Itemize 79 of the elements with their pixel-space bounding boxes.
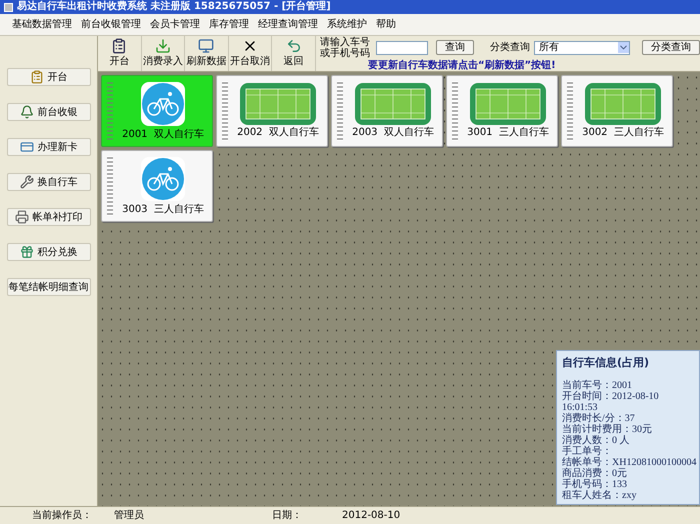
monitor-icon bbox=[198, 38, 214, 54]
sidebar-button[interactable]: 换自行车 bbox=[6, 173, 90, 191]
date-value: 2012-08-10 bbox=[342, 509, 400, 523]
menu-item[interactable]: 系统维护 bbox=[327, 17, 367, 32]
download-icon bbox=[154, 38, 171, 54]
bicycle-icon bbox=[140, 81, 186, 127]
sidebar-button[interactable]: 开台 bbox=[6, 68, 90, 86]
spiral-binding-icon bbox=[336, 81, 344, 141]
category-select[interactable]: 所有 bbox=[534, 40, 630, 54]
info-line: 手机号码：133 bbox=[562, 478, 628, 490]
info-line: 当前计时费用：30元 bbox=[562, 424, 653, 434]
bell-icon bbox=[20, 105, 34, 119]
bike-card[interactable]: 3001 三人自行车 bbox=[446, 75, 558, 147]
app-icon bbox=[4, 2, 13, 12]
printer-icon bbox=[14, 210, 28, 224]
bike-label: 3001 三人自行车 bbox=[467, 127, 549, 139]
court-icon bbox=[585, 83, 661, 125]
refresh-hint: 要更新自行车数据请点击“刷新数据”按钮! bbox=[368, 60, 557, 70]
info-line: 租车人姓名：zxy bbox=[562, 490, 638, 500]
spiral-binding-icon bbox=[566, 81, 574, 141]
spiral-binding-icon bbox=[451, 81, 459, 141]
spiral-binding-icon bbox=[106, 81, 114, 141]
bike-card[interactable]: 2001 双人自行车 bbox=[101, 75, 213, 147]
category-label: 分类查询 bbox=[490, 40, 530, 55]
bike-label: 3002 三人自行车 bbox=[582, 127, 664, 139]
bike-card[interactable]: 2003 双人自行车 bbox=[331, 75, 443, 147]
bike-label: 2001 双人自行车 bbox=[122, 129, 204, 141]
spiral-binding-icon bbox=[106, 156, 114, 216]
info-line: 开台时间：2012-08-10 bbox=[562, 390, 660, 402]
search-button[interactable]: 查询 bbox=[436, 40, 474, 55]
info-line: 商品消费：0元 bbox=[562, 468, 628, 478]
date-label: 日期： bbox=[272, 508, 303, 523]
info-title: 自行车信息(占用) bbox=[562, 355, 650, 371]
clipboard-icon bbox=[111, 38, 128, 54]
toolbar-button[interactable]: 开台取消 bbox=[228, 36, 272, 71]
bike-card[interactable]: 3002 三人自行车 bbox=[561, 75, 673, 147]
operator-name: 管理员 bbox=[114, 509, 145, 523]
info-line: 消费时长/分：37 bbox=[562, 412, 636, 424]
menu-item[interactable]: 会员卡管理 bbox=[150, 17, 200, 32]
menu-item[interactable]: 基础数据管理 bbox=[12, 17, 72, 32]
menu-item[interactable]: 前台收银管理 bbox=[81, 17, 141, 32]
court-icon bbox=[470, 83, 546, 125]
bike-label: 2003 双人自行车 bbox=[352, 127, 434, 139]
operator-label: 当前操作员： bbox=[32, 508, 93, 523]
bicycle-icon bbox=[140, 156, 186, 202]
info-line: 16:01:53 bbox=[562, 402, 599, 412]
spiral-binding-icon bbox=[221, 81, 229, 141]
court-icon bbox=[355, 83, 431, 125]
menu-item[interactable]: 经理查询管理 bbox=[258, 17, 318, 32]
toolbar-button[interactable]: 开台 bbox=[98, 36, 142, 71]
court-icon bbox=[240, 83, 316, 125]
search-field[interactable] bbox=[376, 40, 428, 54]
bike-card[interactable]: 2002 双人自行车 bbox=[216, 75, 328, 147]
toolbar-button[interactable]: 返回 bbox=[272, 36, 316, 71]
back-icon bbox=[286, 38, 302, 54]
gift-icon bbox=[20, 245, 34, 259]
sidebar-button[interactable]: 办理新卡 bbox=[6, 138, 90, 156]
info-line: 结帐单号：XH12081000100004 bbox=[562, 456, 694, 468]
toolbar-button[interactable]: 刷新数据 bbox=[185, 36, 229, 71]
search-label: 请输入车号或手机号码 bbox=[320, 36, 371, 58]
toolbar-button[interactable]: 消费录入 bbox=[142, 36, 186, 71]
bike-card[interactable]: 3003 三人自行车 bbox=[101, 150, 213, 222]
info-line: 当前车号：2001 bbox=[562, 380, 633, 390]
clipboard-icon bbox=[30, 70, 44, 84]
window-title: 易达自行车出租计时收费系统 未注册版 15825675057 - [开台管理] bbox=[17, 1, 331, 13]
info-line: 手工单号： bbox=[562, 446, 613, 456]
sidebar-button[interactable]: 每笔结帐明细查询 bbox=[6, 278, 90, 296]
sidebar-button[interactable]: 积分兑换 bbox=[6, 243, 90, 261]
info-line: 消费人数：0 人 bbox=[562, 434, 630, 446]
wrench-icon bbox=[20, 175, 34, 189]
menu-item[interactable]: 库存管理 bbox=[209, 17, 249, 32]
bike-label: 3003 三人自行车 bbox=[122, 204, 204, 216]
menu-item[interactable]: 帮助 bbox=[376, 17, 396, 32]
sidebar-button[interactable]: 帐单补打印 bbox=[6, 208, 90, 226]
sidebar-button[interactable]: 前台收银 bbox=[6, 103, 90, 121]
dropdown-icon bbox=[618, 42, 629, 53]
card-icon bbox=[20, 140, 34, 154]
category-button[interactable]: 分类查询 bbox=[642, 40, 700, 55]
bike-label: 2002 双人自行车 bbox=[237, 127, 319, 139]
